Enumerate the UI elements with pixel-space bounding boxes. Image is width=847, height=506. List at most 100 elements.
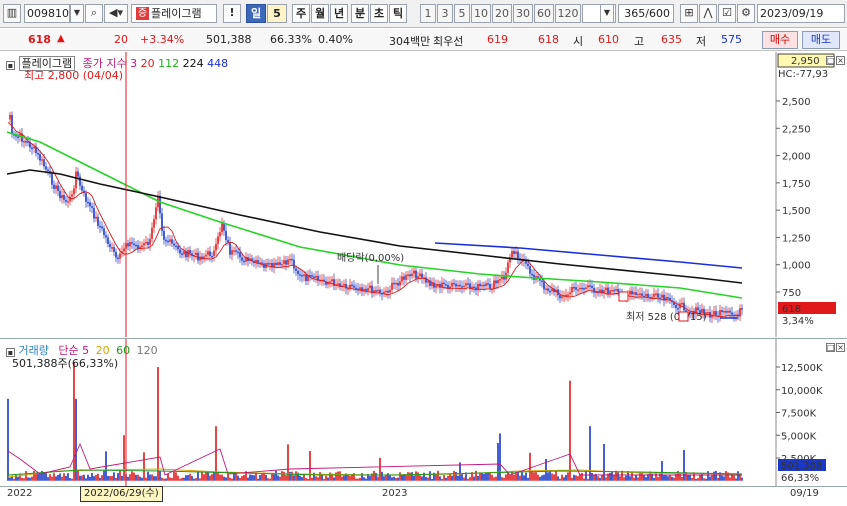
- period-monthly-button[interactable]: 월: [311, 4, 329, 23]
- b-marker-2: [678, 311, 689, 322]
- volume-annotation: 501,388주(66,33%): [12, 357, 119, 370]
- sell-button[interactable]: 매도: [802, 31, 840, 49]
- best-ask-price: 619: [487, 33, 508, 46]
- interval-3-button[interactable]: 3: [437, 4, 453, 23]
- period-tick-button[interactable]: 틱: [389, 4, 407, 23]
- stock-chart-window: ▥ 009810 ▼ ⌕ ◀▾ 증 플레이그램 ! 일 5 주 월 년 분 초 틱…: [0, 0, 847, 506]
- data-count-field[interactable]: 365/600: [618, 4, 674, 23]
- x-axis-label-2022: 2022: [7, 488, 33, 499]
- volume-value: 501,388: [206, 33, 252, 46]
- best-bid-label: 최우선: [433, 35, 464, 48]
- volume-axis-tick-label: 5,000K: [781, 431, 817, 442]
- max-price-annotation: 최고 2,800 (04/04): [24, 69, 124, 82]
- legend-toggle-icon[interactable]: ▪: [6, 61, 15, 70]
- trade-amount: 304백만: [389, 35, 431, 48]
- high-price: 635: [661, 33, 682, 46]
- volume-axis-tick-label: 10,000K: [781, 386, 823, 397]
- ma-legend-448: 448: [207, 57, 229, 70]
- current-price-box: 618: [782, 304, 801, 315]
- price-axis-tick-label: 1,000: [782, 261, 811, 272]
- interval-dropdown-icon[interactable]: ▼: [600, 4, 614, 23]
- period-second-button[interactable]: 초: [370, 4, 388, 23]
- cursor-date-label: 2022/06/29(수): [80, 486, 163, 502]
- pane-maximize-icon[interactable]: □: [826, 56, 835, 65]
- ma-legend-3: 3: [130, 57, 138, 70]
- current-price-pct: 3,34%: [782, 316, 814, 327]
- period-minute-button[interactable]: 분: [351, 4, 369, 23]
- price-chart-canvas[interactable]: 2,500 2,250 2,000 1,750 1,500 1,250 1,000 750 2,…: [0, 52, 847, 337]
- chart-menu-icon[interactable]: ▥: [3, 4, 21, 23]
- period-weekly-button[interactable]: 주: [292, 4, 310, 23]
- checkbox-icon[interactable]: ☑: [718, 4, 736, 23]
- volume-ma-120: 120: [136, 344, 158, 357]
- stock-market-badge: 증: [136, 7, 149, 20]
- price-change-pct: +3.34%: [140, 33, 185, 46]
- price-axis-tick-label: 2,250: [782, 124, 811, 135]
- toolbar: ▥ 009810 ▼ ⌕ ◀▾ 증 플레이그램 ! 일 5 주 월 년 분 초 틱…: [0, 0, 847, 28]
- up-arrow-icon: ▲: [57, 33, 65, 44]
- interval-20-button[interactable]: 20: [492, 4, 512, 23]
- interval-120-button[interactable]: 120: [555, 4, 581, 23]
- interval-5-button[interactable]: 5: [454, 4, 470, 23]
- hc-label: HC:-77,93: [778, 69, 828, 80]
- gear-icon[interactable]: ⚙: [737, 4, 755, 23]
- pane-maximize-icon[interactable]: □: [826, 343, 835, 352]
- min-price-annotation: 최저 528 (09/15): [626, 311, 707, 323]
- exclamation-icon[interactable]: !: [223, 4, 241, 23]
- indicator-icon[interactable]: ⋀: [699, 4, 717, 23]
- open-label: 시: [573, 35, 584, 48]
- stock-name: 플레이그램: [151, 7, 202, 20]
- current-volume-box: 501,388: [781, 461, 822, 472]
- period-yearly-button[interactable]: 년: [330, 4, 348, 23]
- pane-close-icon[interactable]: ×: [836, 343, 845, 352]
- turnover-rate: 0.40%: [318, 33, 353, 46]
- x-axis-label-2023: 2023: [382, 488, 408, 499]
- chart-settings-icon[interactable]: ⊞: [680, 4, 698, 23]
- low-price: 575: [721, 33, 742, 46]
- ma-legend-224: 224: [182, 57, 204, 70]
- price-axis-tick-label: 1,750: [782, 179, 811, 190]
- ma-legend-20: 20: [140, 57, 155, 70]
- volume-chart-pane[interactable]: 12,500K10,000K7,500K5,000K2,500K501,3886…: [0, 338, 847, 487]
- stock-code-input[interactable]: 009810: [24, 4, 70, 23]
- quote-bar: 618 ▲ 20 +3.34% 501,388 66.33% 0.40% 304…: [0, 29, 847, 51]
- low-label: 저: [696, 35, 707, 48]
- best-bid-price: 618: [538, 33, 559, 46]
- dropdown-icon[interactable]: ▼: [70, 4, 84, 23]
- search-icon[interactable]: ⌕: [85, 4, 103, 23]
- date-field[interactable]: 2023/09/19: [757, 4, 845, 23]
- buy-button[interactable]: 매수: [762, 31, 798, 49]
- x-axis-label-end: 09/19: [790, 488, 819, 499]
- data-count: 365: [624, 7, 646, 20]
- volume-axis-tick-label: 7,500K: [781, 409, 817, 420]
- volume-chart-canvas[interactable]: 12,500K10,000K7,500K5,000K2,500K501,3886…: [0, 339, 847, 487]
- high-label: 고: [634, 35, 645, 48]
- current-price: 618: [28, 33, 51, 46]
- price-axis-tick-label: 1,500: [782, 206, 811, 217]
- price-axis-tick-label: 2,000: [782, 152, 811, 163]
- interval-30-button[interactable]: 30: [513, 4, 533, 23]
- volume-ratio: 66.33%: [270, 33, 312, 46]
- stock-name-field[interactable]: 증 플레이그램: [131, 4, 217, 23]
- data-count-total: /600: [645, 7, 670, 20]
- price-axis-tick-label: 1,250: [782, 233, 811, 244]
- interval-1-button[interactable]: 1: [420, 4, 436, 23]
- volume-ma-60: 60: [116, 344, 131, 357]
- interval-10-button[interactable]: 10: [471, 4, 491, 23]
- b-marker-1: [618, 291, 629, 302]
- price-chart-pane[interactable]: 2,500 2,250 2,000 1,750 1,500 1,250 1,000 750 2,…: [0, 52, 847, 337]
- dividend-annotation: 배당락(0,00%): [337, 252, 404, 264]
- top-price-box: 2,950: [791, 56, 820, 67]
- open-price: 610: [598, 33, 619, 46]
- period-daily-button[interactable]: 일: [246, 4, 266, 23]
- interval-60-button[interactable]: 60: [534, 4, 554, 23]
- ma-legend-112: 112: [158, 57, 180, 70]
- price-change: 20: [114, 33, 128, 46]
- price-axis-tick-label: 750: [782, 288, 801, 299]
- current-volume-pct: 66,33%: [781, 473, 819, 484]
- volume-axis-tick-label: 12,500K: [781, 363, 823, 374]
- period-count-button[interactable]: 5: [267, 4, 287, 23]
- pane-close-icon[interactable]: ×: [836, 56, 845, 65]
- speaker-icon[interactable]: ◀▾: [104, 4, 128, 23]
- price-axis-tick-label: 2,500: [782, 97, 811, 108]
